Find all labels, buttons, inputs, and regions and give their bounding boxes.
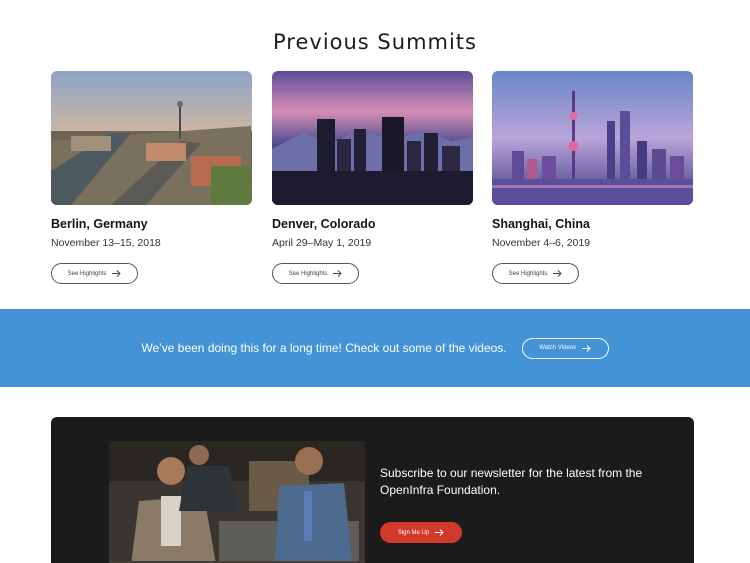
denver-image[interactable] bbox=[272, 71, 473, 205]
section-title: Previous Summits bbox=[273, 30, 477, 54]
button-label: See Highlights bbox=[67, 270, 107, 277]
arrow-right-icon bbox=[112, 270, 122, 277]
summit-date: April 29–May 1, 2019 bbox=[272, 237, 372, 249]
see-highlights-button[interactable]: See Highlights bbox=[272, 263, 359, 284]
summit-city: Berlin, Germany bbox=[51, 217, 148, 231]
summit-card-shanghai: Shanghai, China November 4–6, 2019 See H… bbox=[492, 71, 693, 284]
summit-date: November 4–6, 2019 bbox=[492, 237, 591, 249]
arrow-right-icon bbox=[435, 529, 444, 536]
banner-text: We’ve been doing this for a long time! C… bbox=[141, 341, 507, 355]
see-highlights-button[interactable]: See Highlights bbox=[51, 263, 138, 284]
summit-date: November 13–15, 2018 bbox=[51, 237, 161, 249]
attendees-photo bbox=[109, 441, 365, 563]
button-label: See Highlights bbox=[288, 270, 328, 277]
watch-videos-button[interactable]: Watch Videos bbox=[521, 337, 609, 359]
newsletter-panel: Subscribe to our newsletter for the late… bbox=[51, 417, 694, 563]
button-label: Watch Videos bbox=[539, 345, 576, 351]
videos-banner: We’ve been doing this for a long time! C… bbox=[0, 309, 750, 387]
see-highlights-button[interactable]: See Highlights bbox=[492, 263, 579, 284]
button-label: Sign Me Up bbox=[397, 529, 430, 536]
summit-city: Shanghai, China bbox=[492, 217, 590, 231]
newsletter-text: Subscribe to our newsletter for the late… bbox=[380, 466, 643, 497]
sign-me-up-button[interactable]: Sign Me Up bbox=[380, 522, 462, 543]
arrow-right-icon bbox=[333, 270, 343, 277]
summit-card-berlin: Berlin, Germany November 13–15, 2018 See… bbox=[51, 71, 252, 284]
summit-card-denver: Denver, Colorado April 29–May 1, 2019 Se… bbox=[272, 71, 473, 284]
button-label: See Highlights bbox=[508, 270, 548, 277]
berlin-image[interactable] bbox=[51, 71, 252, 205]
summit-city: Denver, Colorado bbox=[272, 217, 376, 231]
arrow-right-icon bbox=[553, 270, 563, 277]
shanghai-image[interactable] bbox=[492, 71, 693, 205]
arrow-right-icon bbox=[582, 344, 591, 352]
